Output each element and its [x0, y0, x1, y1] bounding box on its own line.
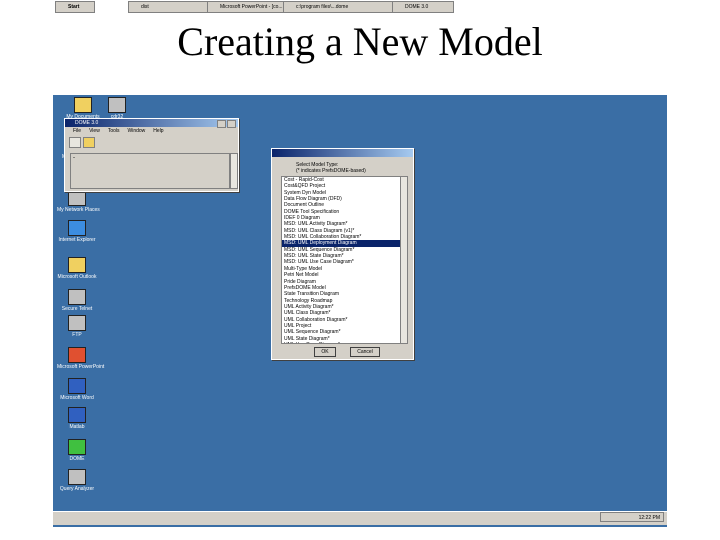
desktop-icon-label: FTP — [72, 332, 82, 338]
toolbar — [65, 136, 238, 148]
desktop-icon-label: Microsoft Outlook — [57, 274, 97, 280]
taskbar — [53, 511, 667, 525]
prompt-line2: (* indicates PrefsDOME-based) — [296, 168, 366, 174]
dialog-prompt: Select Model Type: (* indicates PrefsDOM… — [296, 162, 406, 174]
menu-item-view[interactable]: View — [89, 127, 100, 136]
telnet-icon — [68, 289, 86, 305]
clock: 12:22 PM — [638, 515, 660, 521]
folder-icon — [74, 97, 92, 113]
desktop-icon[interactable]: cdr32 — [97, 97, 137, 120]
menu-item-tools[interactable]: Tools — [108, 127, 120, 136]
list-scrollbar[interactable] — [400, 176, 408, 344]
window-content: - — [70, 153, 230, 189]
desktop-icon-label: My Network Places — [57, 207, 100, 213]
desktop-icon-label: Microsoft Word — [60, 395, 94, 401]
model-type-dialog: Select Model Type: (* indicates PrefsDOM… — [271, 148, 414, 360]
window-titlebar[interactable]: DOME 3.0 — [65, 119, 238, 128]
menu-item-file[interactable]: File — [73, 127, 81, 136]
outlook-icon — [68, 257, 86, 273]
desktop-icon-label: Internet Explorer — [58, 237, 96, 243]
ok-button[interactable]: OK — [314, 347, 336, 357]
desktop-icon[interactable]: Microsoft Outlook — [57, 257, 97, 280]
dome-window: DOME 3.0 File View Tools Window Help - — [64, 118, 239, 192]
new-file-icon[interactable] — [69, 137, 81, 148]
word-icon — [68, 378, 86, 394]
menu-bar: File View Tools Window Help — [65, 127, 238, 136]
cancel-button[interactable]: Cancel — [350, 347, 380, 357]
menu-item-window[interactable]: Window — [128, 127, 146, 136]
minimize-icon[interactable] — [217, 120, 226, 128]
slide-title: Creating a New Model — [177, 19, 543, 64]
ie-icon — [68, 220, 86, 236]
open-folder-icon[interactable] — [83, 137, 95, 148]
desktop-icon[interactable]: My Network Places — [57, 190, 100, 213]
taskbar-item[interactable]: DOME 3.0 — [392, 1, 454, 13]
system-tray: 12:22 PM — [600, 512, 664, 522]
network-icon — [68, 190, 86, 206]
powerpoint-icon — [68, 347, 86, 363]
taskbar-item[interactable]: c:\program files\...dome — [283, 1, 403, 13]
close-icon[interactable] — [227, 120, 236, 128]
model-type-list[interactable]: Cost - Rapid-Cost Cost&QFD Project System … — [281, 176, 401, 344]
taskbar-item[interactable]: dist — [128, 1, 217, 13]
query-icon — [68, 469, 86, 485]
desktop-icon-label: DOME — [69, 456, 85, 462]
desktop-icon[interactable]: Internet Explorer — [57, 220, 97, 243]
desktop-icon-label: Microsoft PowerPoint — [57, 364, 105, 370]
tree-marker: - — [73, 155, 75, 161]
window-title: DOME 3.0 — [75, 120, 99, 126]
desktop-icon-label: Query Analyzer — [59, 486, 95, 492]
window-scrollbar[interactable] — [230, 153, 238, 189]
start-button[interactable]: Start — [55, 1, 95, 13]
desktop-icon[interactable]: Matlab — [57, 407, 97, 430]
dome-icon — [68, 439, 86, 455]
desktop-icon[interactable]: Secure Telnet — [57, 289, 97, 312]
menu-item-help[interactable]: Help — [153, 127, 163, 136]
dialog-titlebar[interactable] — [272, 149, 413, 157]
desktop-icon[interactable]: DOME — [57, 439, 97, 462]
taskbar-item[interactable]: Microsoft PowerPoint - [co... — [207, 1, 295, 13]
ftp-icon — [68, 315, 86, 331]
desktop-icon[interactable]: Microsoft Word — [57, 378, 97, 401]
matlab-icon — [68, 407, 86, 423]
desktop-icon[interactable]: Query Analyzer — [57, 469, 97, 492]
desktop-icon-label: Secure Telnet — [61, 306, 93, 312]
desktop-icon[interactable]: Microsoft PowerPoint — [57, 347, 105, 370]
list-item[interactable]: UML Use Case Diagram* — [282, 342, 400, 343]
app-icon — [108, 97, 126, 113]
desktop-icon-label: Matlab — [69, 424, 85, 430]
desktop-icon[interactable]: FTP — [57, 315, 97, 338]
